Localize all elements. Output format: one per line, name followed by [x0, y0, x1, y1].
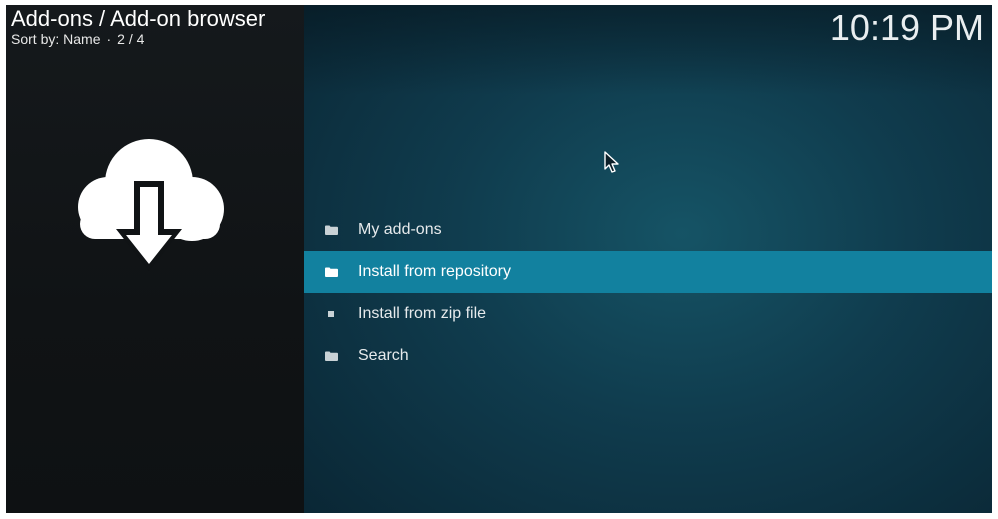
- menu-item-label: Search: [358, 347, 409, 364]
- clock: 10:19 PM: [829, 7, 984, 48]
- addon-menu-list: My add-ons Install from repository Insta…: [304, 209, 992, 377]
- menu-item-my-addons[interactable]: My add-ons: [304, 209, 992, 251]
- folder-icon: [324, 266, 338, 278]
- sort-order-label: Sort by: Name: [11, 31, 101, 47]
- folder-icon: [324, 350, 338, 362]
- sort-info: Sort by: Name · 2 / 4: [11, 31, 265, 47]
- info-panel: [6, 5, 304, 513]
- kodi-window: Add-ons / Add-on browser Sort by: Name · 2…: [6, 5, 992, 513]
- menu-item-label: Install from repository: [358, 263, 511, 280]
- square-icon: [324, 308, 338, 320]
- menu-item-install-from-zip[interactable]: Install from zip file: [304, 293, 992, 335]
- separator-dot: ·: [106, 31, 112, 47]
- menu-item-search[interactable]: Search: [304, 335, 992, 377]
- header: Add-ons / Add-on browser Sort by: Name · 2…: [11, 6, 266, 48]
- menu-item-install-from-repository[interactable]: Install from repository: [304, 251, 992, 293]
- page-title: Add-ons / Add-on browser: [11, 6, 266, 31]
- cloud-download-icon: [78, 139, 224, 271]
- mouse-pointer-icon: [604, 151, 619, 173]
- folder-icon: [324, 224, 338, 236]
- menu-item-label: My add-ons: [358, 221, 442, 238]
- item-position: 2 / 4: [117, 31, 145, 47]
- menu-item-label: Install from zip file: [358, 305, 487, 322]
